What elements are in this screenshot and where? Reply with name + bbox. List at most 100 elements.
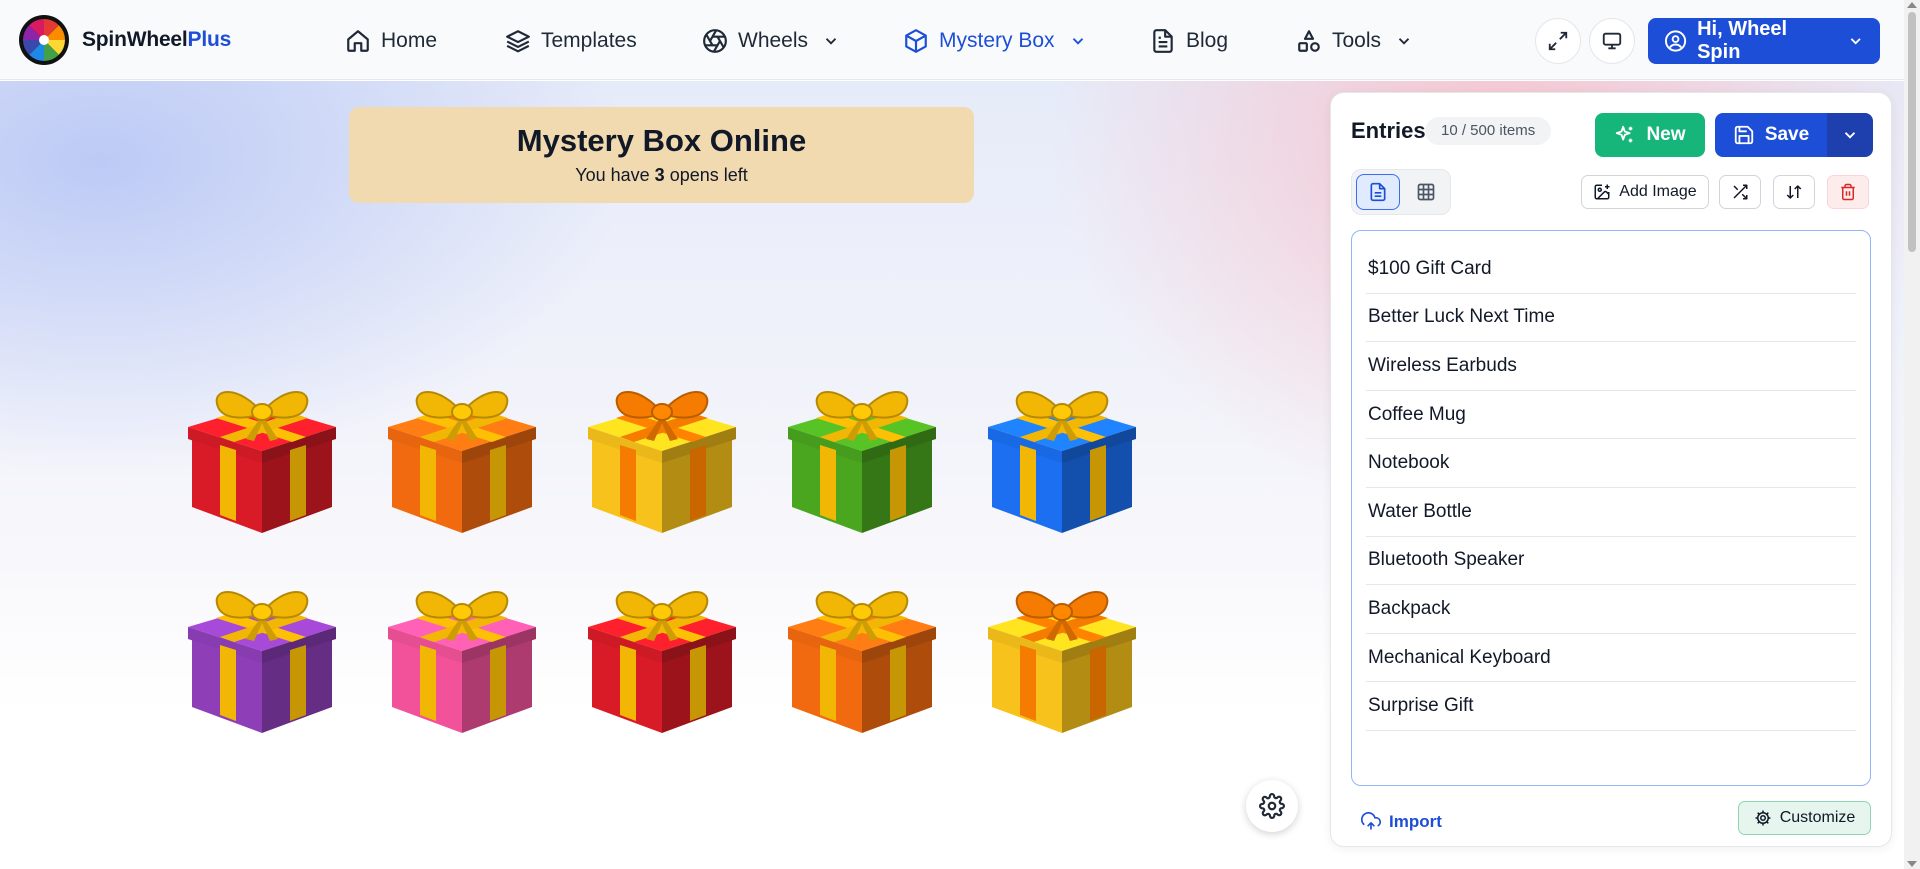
brand-logo[interactable]: SpinWheelPlus [18, 14, 231, 66]
gear-icon [1259, 793, 1285, 819]
nav-templates[interactable]: Templates [505, 22, 637, 60]
new-button[interactable]: New [1595, 113, 1705, 157]
table-icon [1417, 183, 1435, 201]
expand-icon [1548, 31, 1568, 51]
home-icon [347, 30, 369, 52]
entry-line[interactable]: $100 Gift Card [1366, 245, 1856, 294]
gift-box[interactable] [780, 365, 944, 537]
scrollbar-thumb[interactable] [1908, 12, 1916, 252]
fullscreen-button[interactable] [1535, 18, 1581, 64]
customize-button[interactable]: Customize [1738, 801, 1871, 835]
settings-button[interactable] [1246, 780, 1298, 832]
gift-box-icon [588, 391, 736, 533]
entry-line[interactable]: Coffee Mug [1366, 391, 1856, 440]
shuffle-icon [1733, 184, 1748, 200]
nav-blog-label: Blog [1186, 29, 1229, 52]
new-button-label: New [1646, 124, 1686, 145]
shuffle-button[interactable] [1719, 175, 1761, 209]
entries-textarea[interactable]: $100 Gift Card Better Luck Next Time Wirel… [1351, 230, 1871, 786]
entry-line[interactable]: Better Luck Next Time [1366, 294, 1856, 343]
aperture-icon [703, 29, 727, 53]
nav-mystery-box[interactable]: Mystery Box [903, 22, 1087, 60]
gift-box[interactable] [580, 365, 744, 537]
gift-box[interactable] [180, 365, 344, 537]
entry-line[interactable]: Backpack [1366, 585, 1856, 634]
shapes-icon [1298, 30, 1320, 52]
text-view-button[interactable] [1356, 174, 1400, 210]
gift-box-icon [788, 591, 936, 733]
gift-box[interactable] [580, 565, 744, 737]
opens-count: 3 [654, 165, 665, 185]
entry-line[interactable]: Wireless Earbuds [1366, 342, 1856, 391]
user-menu-button[interactable]: Hi, Wheel Spin [1648, 18, 1880, 64]
gift-box-icon [988, 391, 1136, 533]
gift-box-icon [388, 391, 536, 533]
present-mode-button[interactable] [1589, 18, 1635, 64]
gift-box[interactable] [980, 565, 1144, 737]
scroll-up-arrow[interactable] [1907, 2, 1917, 8]
trash-icon [1841, 183, 1855, 201]
image-plus-icon [1594, 184, 1610, 200]
entries-panel: Entries 10 / 500 items New Save Add Imag… [1330, 92, 1892, 847]
wheel-logo-icon [19, 15, 69, 65]
entry-line[interactable]: Water Bottle [1366, 488, 1856, 537]
entry-line[interactable]: Notebook [1366, 439, 1856, 488]
gift-box[interactable] [380, 565, 544, 737]
chevron-down-icon [825, 38, 837, 45]
add-image-button[interactable]: Add Image [1581, 175, 1709, 209]
save-button-label: Save [1764, 124, 1810, 145]
gift-box-icon [788, 391, 936, 533]
import-label: Import [1389, 812, 1442, 831]
nav-mystery-box-label: Mystery Box [939, 29, 1055, 52]
top-navbar: SpinWheelPlus Home Templates Wheels Myst… [0, 0, 1904, 80]
sort-icon [1786, 185, 1802, 199]
nav-home-label: Home [381, 29, 438, 52]
customize-label: Customize [1779, 809, 1856, 826]
gift-box[interactable] [980, 365, 1144, 537]
gift-box[interactable] [180, 565, 344, 737]
gift-box[interactable] [380, 365, 544, 537]
text-file-icon [1370, 182, 1386, 202]
gear-icon [1755, 810, 1771, 826]
gift-box-grid [180, 365, 1150, 745]
save-icon [1734, 125, 1753, 145]
page-title: Mystery Box Online [516, 123, 807, 158]
chevron-down-icon [1398, 38, 1410, 45]
entry-line[interactable]: Surprise Gift [1366, 682, 1856, 731]
document-icon [1153, 29, 1173, 53]
nav-blog[interactable]: Blog [1150, 22, 1228, 60]
save-button[interactable]: Save [1715, 113, 1827, 157]
clear-entries-button[interactable] [1827, 175, 1869, 209]
gift-box-icon [188, 391, 336, 533]
nav-tools[interactable]: Tools [1296, 22, 1413, 60]
nav-wheels-label: Wheels [738, 29, 809, 52]
gift-box-icon [188, 591, 336, 733]
chevron-down-icon [1072, 38, 1083, 45]
gift-box-icon [388, 591, 536, 733]
entry-line[interactable]: Bluetooth Speaker [1366, 537, 1856, 586]
chevron-down-icon [1850, 38, 1861, 45]
import-button[interactable]: Import [1361, 807, 1442, 837]
entry-line[interactable]: Mechanical Keyboard [1366, 634, 1856, 683]
item-count-badge: 10 / 500 items [1425, 117, 1552, 145]
nav-wheels[interactable]: Wheels [702, 22, 840, 60]
gift-box[interactable] [780, 565, 944, 737]
gift-box-icon [988, 591, 1136, 733]
nav-templates-label: Templates [541, 29, 637, 52]
mystery-box-header: Mystery Box Online You have 3 opens left [349, 107, 974, 203]
save-options-dropdown[interactable] [1827, 113, 1873, 157]
sort-button[interactable] [1773, 175, 1815, 209]
chevron-down-icon [1844, 132, 1856, 139]
layers-icon [506, 30, 530, 53]
page-scrollbar[interactable] [1904, 0, 1920, 869]
user-greeting: Hi, Wheel Spin [1697, 18, 1788, 63]
scroll-down-arrow[interactable] [1907, 861, 1917, 867]
gift-box-icon [588, 591, 736, 733]
nav-home[interactable]: Home [345, 22, 437, 60]
grid-view-button[interactable] [1404, 174, 1448, 210]
monitor-icon [1602, 32, 1622, 50]
cloud-upload-icon [1361, 812, 1381, 830]
view-mode-toggle [1351, 169, 1451, 215]
add-image-label: Add Image [1619, 183, 1697, 200]
sparkles-icon [1616, 125, 1633, 143]
